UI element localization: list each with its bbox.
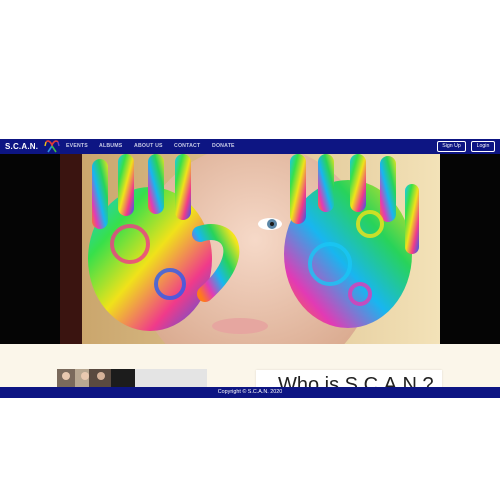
top-navbar: S.C.A.N. EVENTS ALBUMS ABOUT US CONTACT …	[0, 139, 500, 154]
nav-link-albums[interactable]: ALBUMS	[99, 139, 122, 154]
nav-link-contact[interactable]: CONTACT	[174, 139, 200, 154]
login-button[interactable]: Login	[471, 141, 495, 152]
footer: Copyright © S.C.A.N. 2020	[0, 387, 500, 398]
hero-image	[0, 154, 500, 344]
about-section: Who is S.C.A.N.?	[0, 344, 500, 387]
nav-link-donate[interactable]: DONATE	[212, 139, 235, 154]
nav-link-about-us[interactable]: ABOUT US	[134, 139, 163, 154]
who-is-scan-card: Who is S.C.A.N.?	[256, 370, 442, 387]
group-photo	[57, 369, 207, 387]
brand-name[interactable]: S.C.A.N.	[5, 141, 38, 152]
signup-button[interactable]: Sign Up	[437, 141, 466, 152]
who-is-scan-heading: Who is S.C.A.N.?	[278, 374, 434, 387]
hero-painted-hands-illustration	[0, 154, 500, 344]
nav-link-events[interactable]: EVENTS	[66, 139, 88, 154]
puzzle-ribbon-icon	[44, 140, 60, 153]
copyright-text: Copyright © S.C.A.N. 2020	[217, 389, 283, 395]
